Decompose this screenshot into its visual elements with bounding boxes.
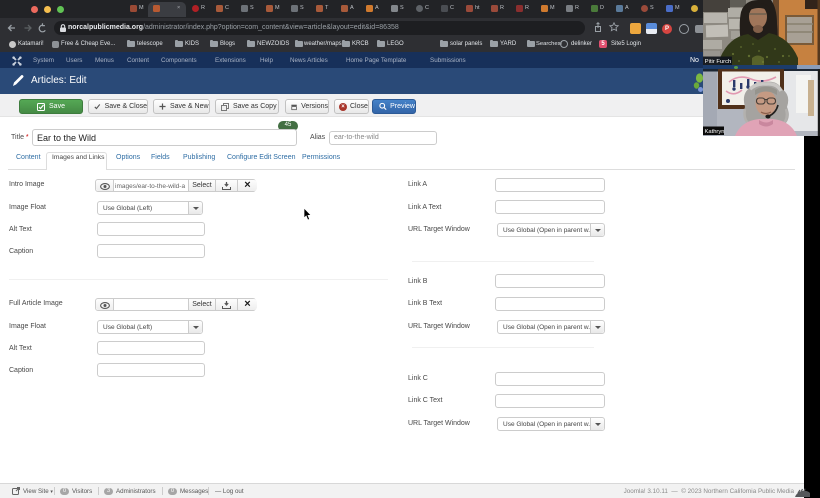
svg-text:Kathryn: Kathryn — [705, 129, 725, 135]
svg-text:Pitir Furch: Pitir Furch — [705, 59, 731, 65]
